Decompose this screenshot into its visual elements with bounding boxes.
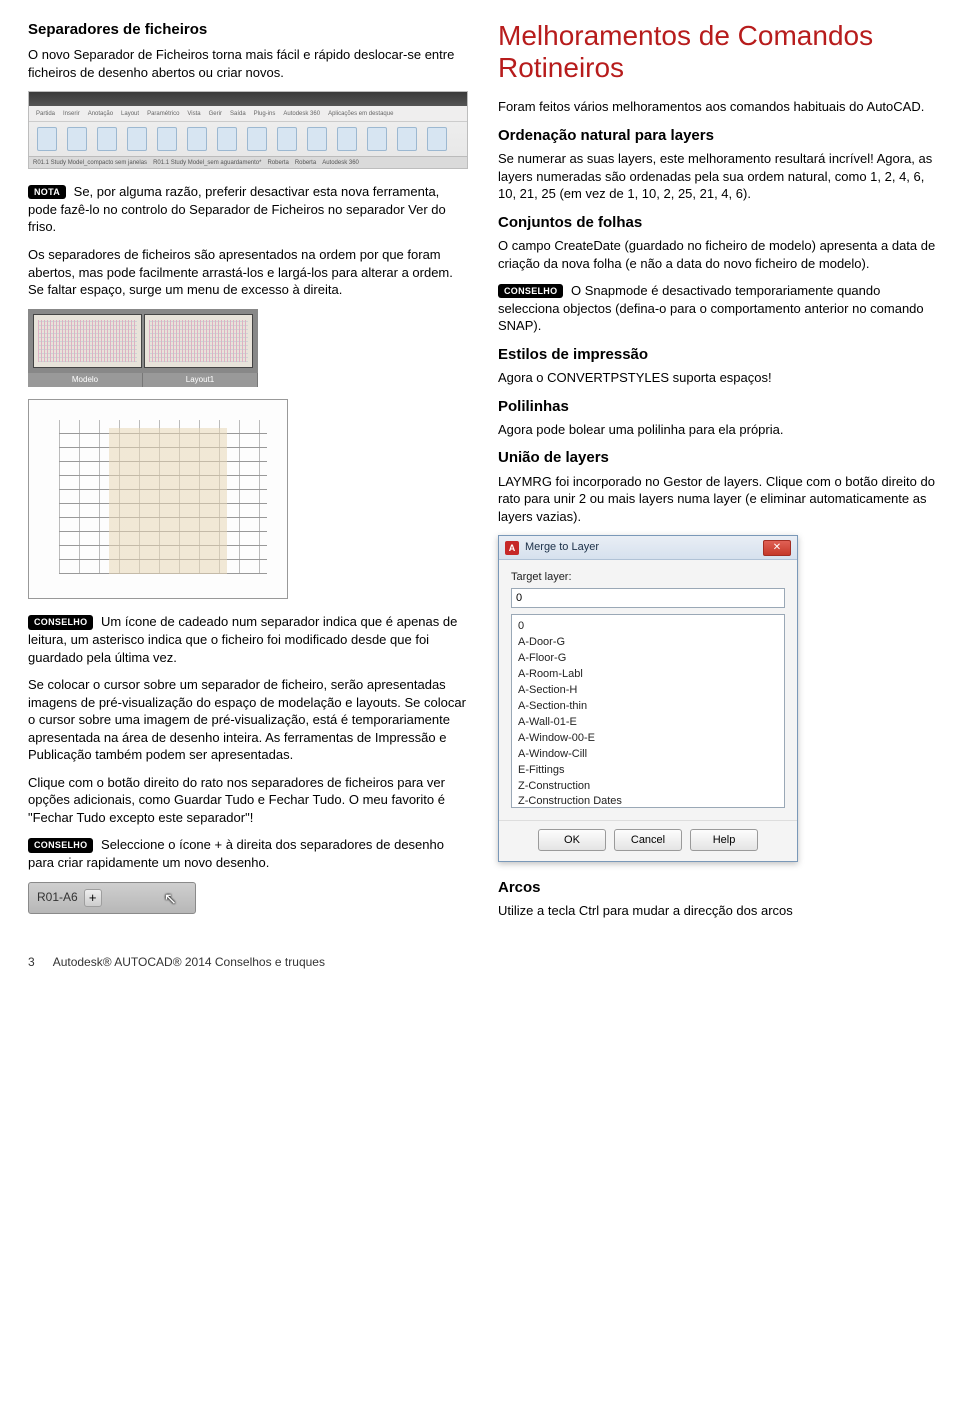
ribbon-tab: Aplicações em destaque — [325, 109, 396, 119]
layout-thumbnails-screenshot: Modelo Layout1 — [28, 309, 258, 388]
rmb-paragraph: Clique com o botão direito do rato nos s… — [28, 774, 468, 827]
heading-separadores: Separadores de ficheiros — [28, 20, 468, 40]
merge-to-layer-dialog: A Merge to Layer ✕ Target layer: 0 0 A-D… — [498, 535, 798, 862]
thumb-model — [33, 314, 142, 368]
ribbon-tab: Paramétrico — [144, 109, 182, 119]
left-column: Separadores de ficheiros O novo Separado… — [28, 20, 468, 932]
dialog-body: Target layer: 0 0 A-Door-G A-Floor-G A-R… — [499, 560, 797, 820]
cursor-icon: ↖ — [164, 889, 177, 911]
dialog-button-row: OK Cancel Help — [499, 820, 797, 861]
heading-ordenacao: Ordenação natural para layers — [498, 126, 940, 146]
ribbon-tab: Autodesk 360 — [280, 109, 323, 119]
conselho-badge: CONSELHO — [498, 284, 563, 298]
ribbon-tab: Inserir — [60, 109, 83, 119]
uniao-paragraph: LAYMRG foi incorporado no Gestor de laye… — [498, 473, 940, 526]
conselho-badge: CONSELHO — [28, 615, 93, 629]
heading-conjuntos: Conjuntos de folhas — [498, 213, 940, 233]
close-icon[interactable]: ✕ — [763, 540, 791, 556]
help-button[interactable]: Help — [690, 829, 758, 851]
heading-estilos: Estilos de impressão — [498, 345, 940, 365]
file-tab: R01.1 Study Model_sem aguardamento* — [153, 159, 261, 167]
heading-arcos: Arcos — [498, 878, 940, 898]
polilinhas-paragraph: Agora pode bolear uma polilinha para ela… — [498, 421, 940, 439]
heading-uniao: União de layers — [498, 448, 940, 468]
intro-paragraph: O novo Separador de Ficheiros torna mais… — [28, 46, 468, 81]
ribbon-tab: Gerir — [206, 109, 225, 119]
autocad-app-icon: A — [505, 541, 519, 555]
ribbon-tab: Vista — [184, 109, 203, 119]
right-intro-paragraph: Foram feitos vários melhoramentos aos co… — [498, 98, 940, 116]
file-tab: Roberta — [295, 159, 316, 167]
ribbon-buttons-row — [29, 122, 467, 156]
conselho-2-paragraph: CONSELHO Seleccione o ícone + à direita … — [28, 836, 468, 871]
conselho-badge: CONSELHO — [28, 838, 93, 852]
file-tab: Roberta — [267, 159, 288, 167]
layer-list[interactable]: 0 A-Door-G A-Floor-G A-Room-Labl A-Secti… — [511, 614, 785, 808]
ribbon-tab: Plug-ins — [251, 109, 279, 119]
heading-melhoramentos: Melhoramentos de Comandos Rotineiros — [498, 20, 940, 84]
heading-polilinhas: Polilinhas — [498, 397, 940, 417]
page-number: 3 — [28, 954, 35, 970]
arcos-paragraph: Utilize a tecla Ctrl para mudar a direcç… — [498, 902, 940, 920]
thumb-layout1 — [144, 314, 253, 368]
dialog-title: Merge to Layer — [525, 540, 757, 555]
file-tab: Autodesk 360 — [322, 159, 359, 167]
file-tab: R01.1 Study Model_compacto sem janelas — [33, 159, 147, 167]
page-footer: 3 Autodesk® AUTOCAD® 2014 Conselhos e tr… — [28, 954, 940, 970]
ribbon-tab: Saída — [227, 109, 249, 119]
ribbon-tab: Anotação — [85, 109, 116, 119]
ribbon-tab: Layout — [118, 109, 142, 119]
conjuntos-paragraph: O campo CreateDate (guardado no ficheiro… — [498, 237, 940, 272]
ok-button[interactable]: OK — [538, 829, 606, 851]
thumb-label: Layout1 — [143, 373, 258, 388]
document-title: Autodesk® AUTOCAD® 2014 Conselhos e truq… — [53, 954, 325, 970]
target-layer-input[interactable]: 0 — [511, 588, 785, 608]
dialog-titlebar: A Merge to Layer ✕ — [499, 536, 797, 560]
ribbon-tabs-row: Partida Inserir Anotação Layout Paramétr… — [29, 106, 467, 122]
conselho-1-paragraph: CONSELHO Um ícone de cadeado num separad… — [28, 613, 468, 666]
ribbon-tab: Partida — [33, 109, 58, 119]
tab-strip-label: R01-A6 — [37, 889, 78, 905]
tab-strip-screenshot: R01-A6 + ↖ — [28, 882, 196, 914]
estilos-paragraph: Agora o CONVERTPSTYLES suporta espaços! — [498, 369, 940, 387]
target-layer-label: Target layer: — [511, 570, 785, 585]
two-column-layout: Separadores de ficheiros O novo Separado… — [28, 20, 940, 932]
section-drawing-screenshot — [28, 399, 288, 599]
file-tabs-row: R01.1 Study Model_compacto sem janelas R… — [29, 156, 467, 168]
nota-text: Se, por alguma razão, preferir desactiva… — [28, 184, 446, 234]
cursor-paragraph: Se colocar o cursor sobre um separador d… — [28, 676, 468, 764]
right-column: Melhoramentos de Comandos Rotineiros For… — [498, 20, 940, 932]
cancel-button[interactable]: Cancel — [614, 829, 682, 851]
nota-badge: NOTA — [28, 185, 66, 199]
ordem-paragraph: Os separadores de ficheiros são apresent… — [28, 246, 468, 299]
ribbon-screenshot: Partida Inserir Anotação Layout Paramétr… — [28, 91, 468, 169]
tab-strip-plus-icon: + — [84, 889, 102, 907]
thumb-label: Modelo — [28, 373, 143, 388]
ordenacao-paragraph: Se numerar as suas layers, este melhoram… — [498, 150, 940, 203]
snap-conselho-paragraph: CONSELHO O Snapmode é desactivado tempor… — [498, 282, 940, 335]
nota-paragraph: NOTA Se, por alguma razão, preferir desa… — [28, 183, 468, 236]
